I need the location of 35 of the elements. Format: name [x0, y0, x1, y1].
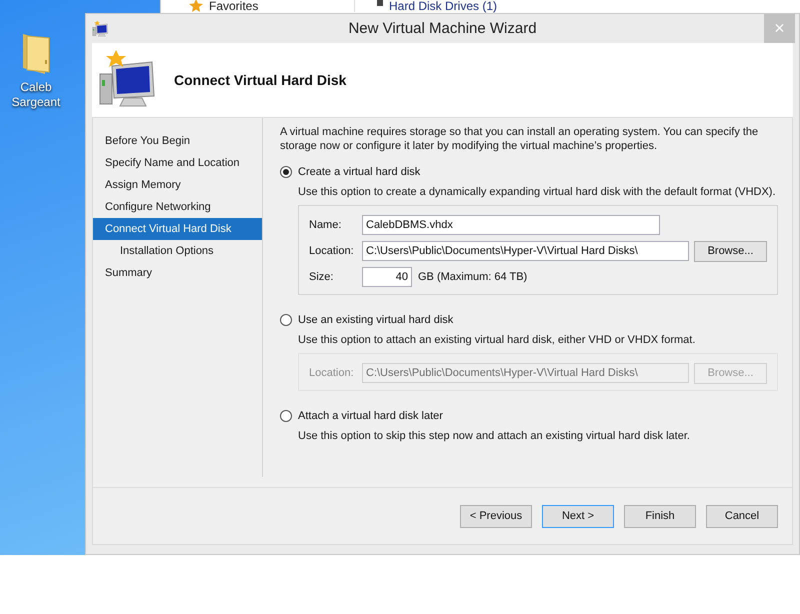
wizard-step[interactable]: Configure Networking	[93, 196, 262, 218]
monitor-star-icon	[92, 20, 110, 38]
option-description: Use this option to create a dynamically expanding virtual hard disk with the default format (VHDX).	[298, 185, 777, 199]
wizard-step[interactable]: Summary	[93, 262, 262, 284]
name-field[interactable]: CalebDBMS.vhdx	[362, 215, 660, 235]
wizard-button[interactable]: Cancel	[706, 504, 778, 528]
wizard-step[interactable]: Assign Memory	[93, 174, 262, 196]
size-field[interactable]: 40	[362, 267, 412, 287]
intro-text: A virtual machine requires storage so that you can install an operating system. You can specify the storage now or configure it later by modifying the virtual machine’s properties.	[280, 125, 760, 153]
option-description: Use this option to skip this step now and attach an existing virtual hard disk later.	[298, 429, 691, 443]
nav-item[interactable]: Favorites	[209, 0, 258, 12]
option-label[interactable]: Create a virtual hard disk	[298, 166, 420, 178]
option-description: Use this option to attach an existing virtual hard disk, either VHD or VHDX format.	[298, 333, 696, 347]
wizard-button[interactable]: Next >	[542, 504, 614, 528]
radio-button[interactable]	[280, 410, 292, 422]
radio-button[interactable]	[280, 166, 292, 178]
browse-button[interactable]: Browse...	[694, 240, 767, 262]
field-label: Size:	[309, 271, 334, 283]
star-icon	[189, 0, 203, 12]
field-label: Location:	[309, 245, 355, 257]
wizard-step[interactable]: Before You Begin	[93, 130, 262, 152]
page-heading: Connect Virtual Hard Disk	[174, 72, 346, 88]
field-label: Location:	[309, 367, 355, 379]
field-label: Name:	[309, 219, 342, 231]
location-field[interactable]: C:\Users\Public\Documents\Hyper-V\Virtual Hard Disks\	[362, 241, 689, 261]
option-label[interactable]: Attach a virtual hard disk later	[298, 410, 443, 422]
size-unit-text: GB (Maximum: 64 TB)	[418, 271, 528, 283]
section-heading: Hard Disk Drives (1)	[389, 0, 498, 12]
wizard-button[interactable]: Finish	[624, 504, 696, 528]
wizard-step[interactable]: Connect Virtual Hard Disk	[93, 218, 262, 240]
wizard-step[interactable]: Specify Name and Location	[93, 152, 262, 174]
wizard-button[interactable]: < Previous	[460, 504, 532, 528]
wizard-step[interactable]: Installation Options	[93, 240, 262, 262]
window-title: New Virtual Machine Wizard	[348, 20, 537, 37]
desktop-icon-label: Caleb Sargeant	[10, 80, 62, 110]
